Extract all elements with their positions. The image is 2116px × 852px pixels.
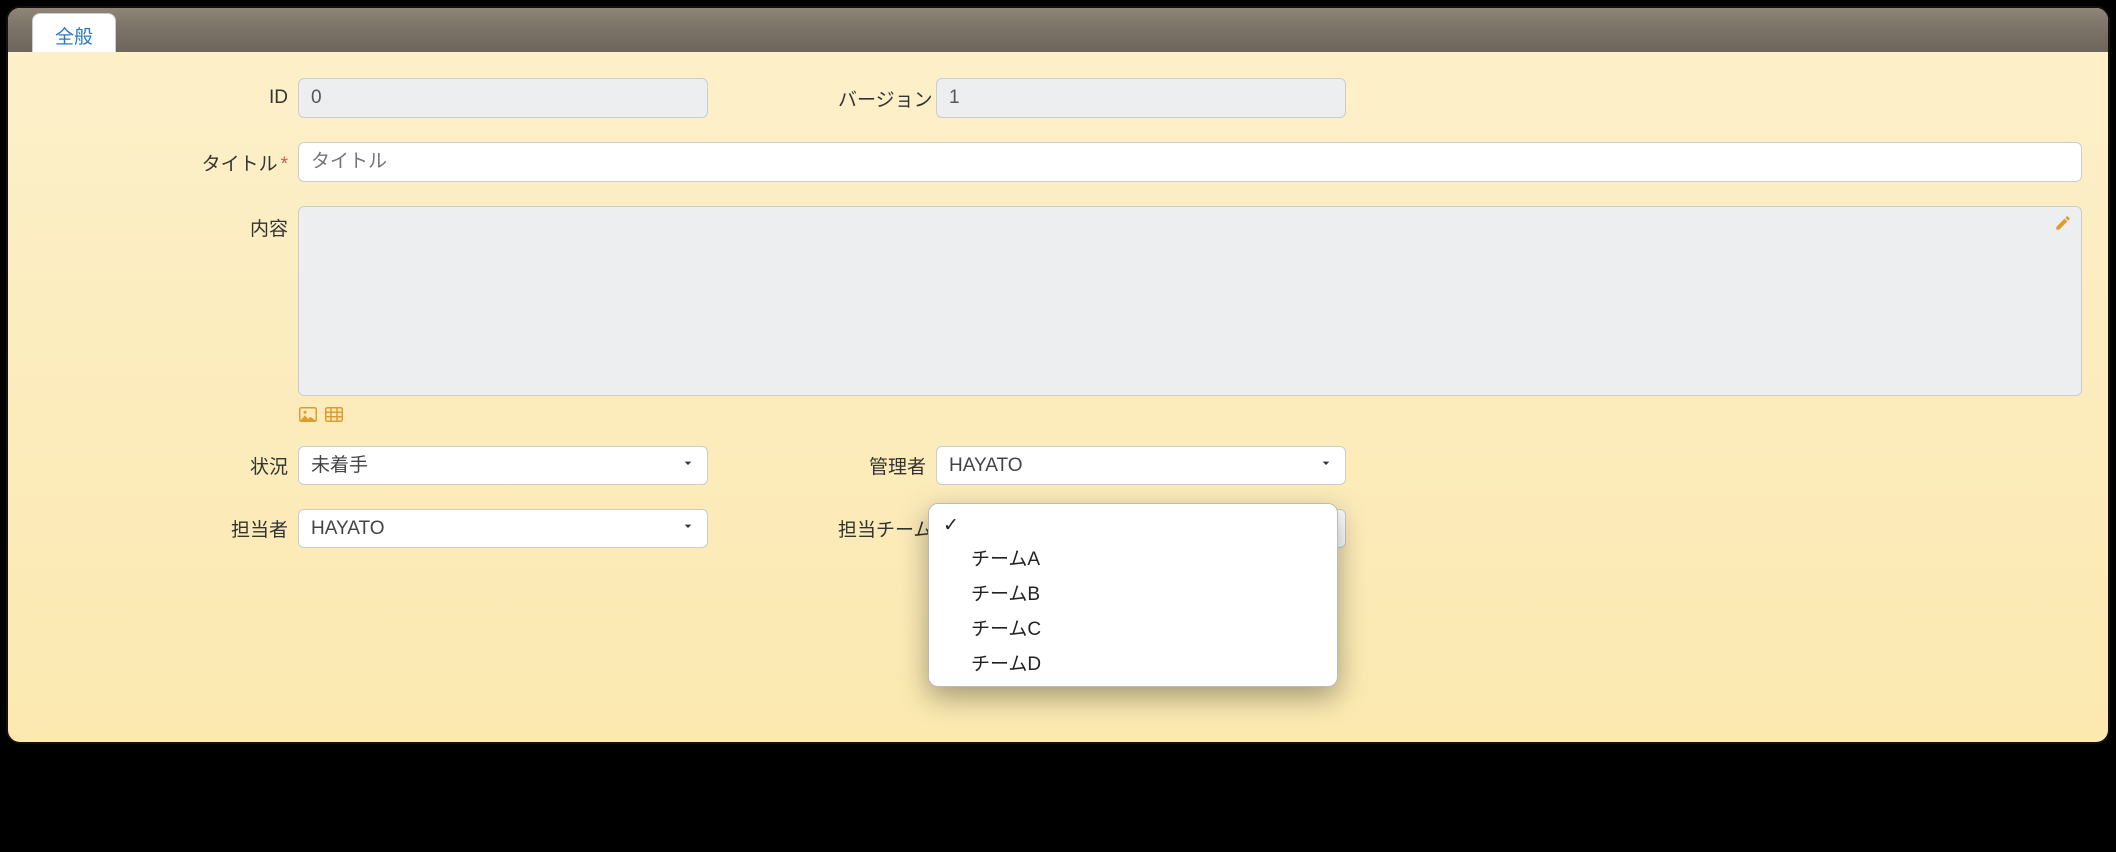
- label-version: バージョン: [838, 85, 936, 112]
- label-content: 内容: [34, 206, 298, 241]
- team-option[interactable]: チームD: [929, 645, 1337, 680]
- table-icon[interactable]: [324, 406, 344, 422]
- team-dropdown-popup[interactable]: チームAチームBチームCチームD: [928, 503, 1338, 687]
- form-window: 全般 ID バージョン タイトル* 内容: [6, 6, 2110, 744]
- content-textarea[interactable]: [298, 206, 2082, 396]
- label-manager: 管理者: [838, 452, 936, 479]
- row-id-version: ID バージョン: [34, 78, 2082, 118]
- row-status-manager: 状況 未着手 管理者 HAYATO: [34, 446, 2082, 485]
- label-assignee: 担当者: [34, 515, 298, 542]
- image-icon[interactable]: [298, 406, 318, 422]
- tab-bar: 全般: [8, 8, 2108, 52]
- label-title-text: タイトル: [202, 154, 278, 175]
- team-option[interactable]: チームA: [929, 540, 1337, 575]
- required-mark: *: [281, 154, 288, 175]
- content-tool-icons: [298, 406, 2082, 422]
- team-option[interactable]: チームB: [929, 575, 1337, 610]
- row-content: 内容: [34, 206, 2082, 422]
- row-assignee-team: 担当者 HAYATO 担当チーム チームAチームBチームCチームD: [34, 509, 2082, 548]
- label-team: 担当チーム: [838, 515, 936, 542]
- form-area: ID バージョン タイトル* 内容: [8, 52, 2108, 588]
- edit-icon[interactable]: [2054, 214, 2072, 238]
- version-field: [936, 78, 1346, 118]
- content-wrap: [298, 206, 2082, 422]
- team-option[interactable]: チームC: [929, 610, 1337, 645]
- id-field: [298, 78, 708, 118]
- label-id: ID: [34, 87, 298, 109]
- status-select[interactable]: 未着手: [298, 446, 708, 485]
- row-title: タイトル*: [34, 142, 2082, 182]
- title-input[interactable]: [298, 142, 2082, 182]
- label-title: タイトル*: [34, 149, 298, 176]
- manager-select[interactable]: HAYATO: [936, 446, 1346, 485]
- team-option[interactable]: [929, 510, 1337, 540]
- assignee-select[interactable]: HAYATO: [298, 509, 708, 548]
- label-status: 状況: [34, 452, 298, 479]
- tab-general[interactable]: 全般: [32, 13, 116, 52]
